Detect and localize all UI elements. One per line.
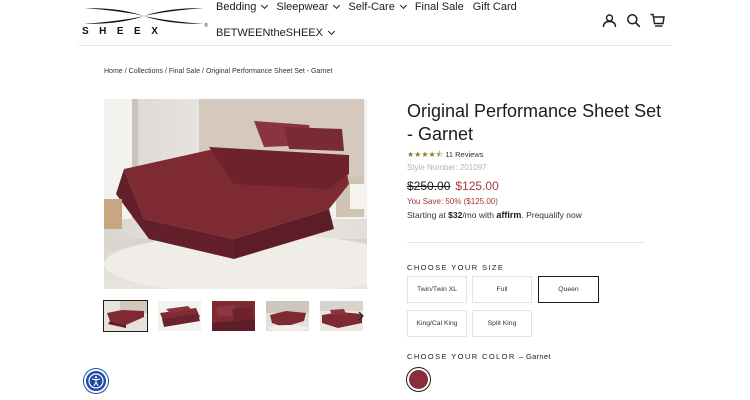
- star-icon: ★: [407, 149, 415, 159]
- logo-x-mark: [84, 8, 204, 24]
- nav-item-final-sale[interactable]: Final Sale: [415, 1, 464, 13]
- nav-item-label: Sleepwear: [276, 1, 329, 13]
- section-divider: [407, 242, 645, 243]
- account-icon[interactable]: [602, 13, 617, 28]
- star-icon: ★: [428, 149, 436, 159]
- header-divider: [78, 45, 672, 46]
- color-label: CHOOSE YOUR COLOR – Garnet: [407, 352, 551, 361]
- nav-item-gift-card[interactable]: Gift Card: [473, 1, 517, 13]
- logo-registered-mark: ®: [204, 23, 208, 29]
- breadcrumb-home[interactable]: Home: [104, 68, 123, 75]
- prequalify-link[interactable]: . Prequalify now: [521, 210, 581, 220]
- price-sale: $125.00: [455, 179, 499, 193]
- color-label-text: CHOOSE YOUR COLOR: [407, 352, 516, 361]
- size-option-split-king[interactable]: Split King: [472, 310, 532, 337]
- style-number: Style Number: 201097: [407, 163, 487, 172]
- product-thumbnails: [103, 300, 374, 332]
- color-selected-name: – Garnet: [519, 352, 551, 361]
- color-swatch-garnet[interactable]: [406, 367, 431, 392]
- affirm-prefix: Starting at: [407, 210, 446, 220]
- thumbnail[interactable]: [212, 301, 255, 331]
- thumbnail[interactable]: [158, 301, 201, 331]
- chevron-down-icon: [333, 1, 341, 10]
- price-original: $250.00: [407, 179, 451, 193]
- reviews-count[interactable]: 11 Reviews: [445, 150, 483, 159]
- price: $250.00 $125.00: [407, 179, 499, 193]
- nav-item-bedding[interactable]: Bedding: [216, 1, 269, 13]
- breadcrumb-collections[interactable]: Collections: [129, 68, 163, 75]
- logo-wordmark: SHEEX: [82, 26, 169, 37]
- size-option-queen[interactable]: Queen: [538, 276, 599, 303]
- star-icon: ★: [414, 149, 422, 159]
- affirm-suffix: /mo with: [462, 210, 494, 220]
- nav-item-label: Final Sale: [414, 1, 464, 13]
- thumbnail[interactable]: [266, 301, 309, 331]
- brand-logo[interactable]: SHEEX ®: [82, 7, 208, 37]
- affirm-logo: affirm: [496, 210, 522, 220]
- nav-item-sleepwear[interactable]: Sleepwear: [276, 1, 341, 13]
- breadcrumb-final-sale[interactable]: Final Sale: [169, 68, 200, 75]
- nav-item-self-care[interactable]: Self-Care: [348, 1, 407, 13]
- size-label: CHOOSE YOUR SIZE: [407, 263, 505, 272]
- nav-item-betweenthesheex[interactable]: BETWEENtheSHEEX: [216, 27, 336, 39]
- nav-item-label: Self-Care: [348, 1, 395, 13]
- chevron-right-icon[interactable]: [357, 309, 365, 321]
- search-icon[interactable]: [626, 13, 641, 28]
- thumbnail[interactable]: [103, 300, 148, 332]
- affirm-financing: Starting at $32/mo with affirm. Prequali…: [407, 210, 582, 220]
- cart-icon[interactable]: [650, 13, 665, 28]
- accessibility-icon: [88, 373, 104, 389]
- nav-item-label: BETWEENtheSHEEX: [216, 27, 323, 39]
- rating-stars: ★ ★ ★ ★ ⯪: [407, 149, 444, 159]
- size-option-king[interactable]: King/Cal King: [407, 310, 467, 337]
- breadcrumb-separator: /: [201, 68, 204, 75]
- star-icon: ★: [421, 149, 429, 159]
- chevron-down-icon: [399, 1, 407, 10]
- breadcrumb-current: Original Performance Sheet Set - Garnet: [205, 68, 333, 75]
- nav-item-label: Bedding: [216, 1, 257, 13]
- product-main-image[interactable]: [104, 99, 367, 289]
- savings-text: You Save: 50% ($125.00): [407, 197, 498, 206]
- breadcrumb: Home / Collections / Final Sale / Original Per…: [104, 68, 332, 75]
- breadcrumb-separator: /: [124, 68, 127, 75]
- affirm-amount: $32: [448, 210, 463, 220]
- product-title: Original Performance Sheet Set - Garnet: [407, 101, 662, 144]
- nav-item-label: Gift Card: [472, 1, 517, 13]
- size-option-full[interactable]: Full: [472, 276, 532, 303]
- color-swatch-fill: [409, 370, 428, 389]
- chevron-down-icon: [261, 1, 269, 10]
- breadcrumb-separator: /: [164, 68, 167, 75]
- header-icons: [602, 13, 665, 28]
- product-rating[interactable]: ★ ★ ★ ★ ⯪ 11 Reviews: [407, 150, 483, 159]
- accessibility-button[interactable]: [84, 369, 108, 393]
- size-option-twin[interactable]: Twin/Twin XL: [407, 276, 467, 303]
- half-star-icon: ⯪: [435, 149, 444, 159]
- chevron-down-icon: [327, 27, 336, 36]
